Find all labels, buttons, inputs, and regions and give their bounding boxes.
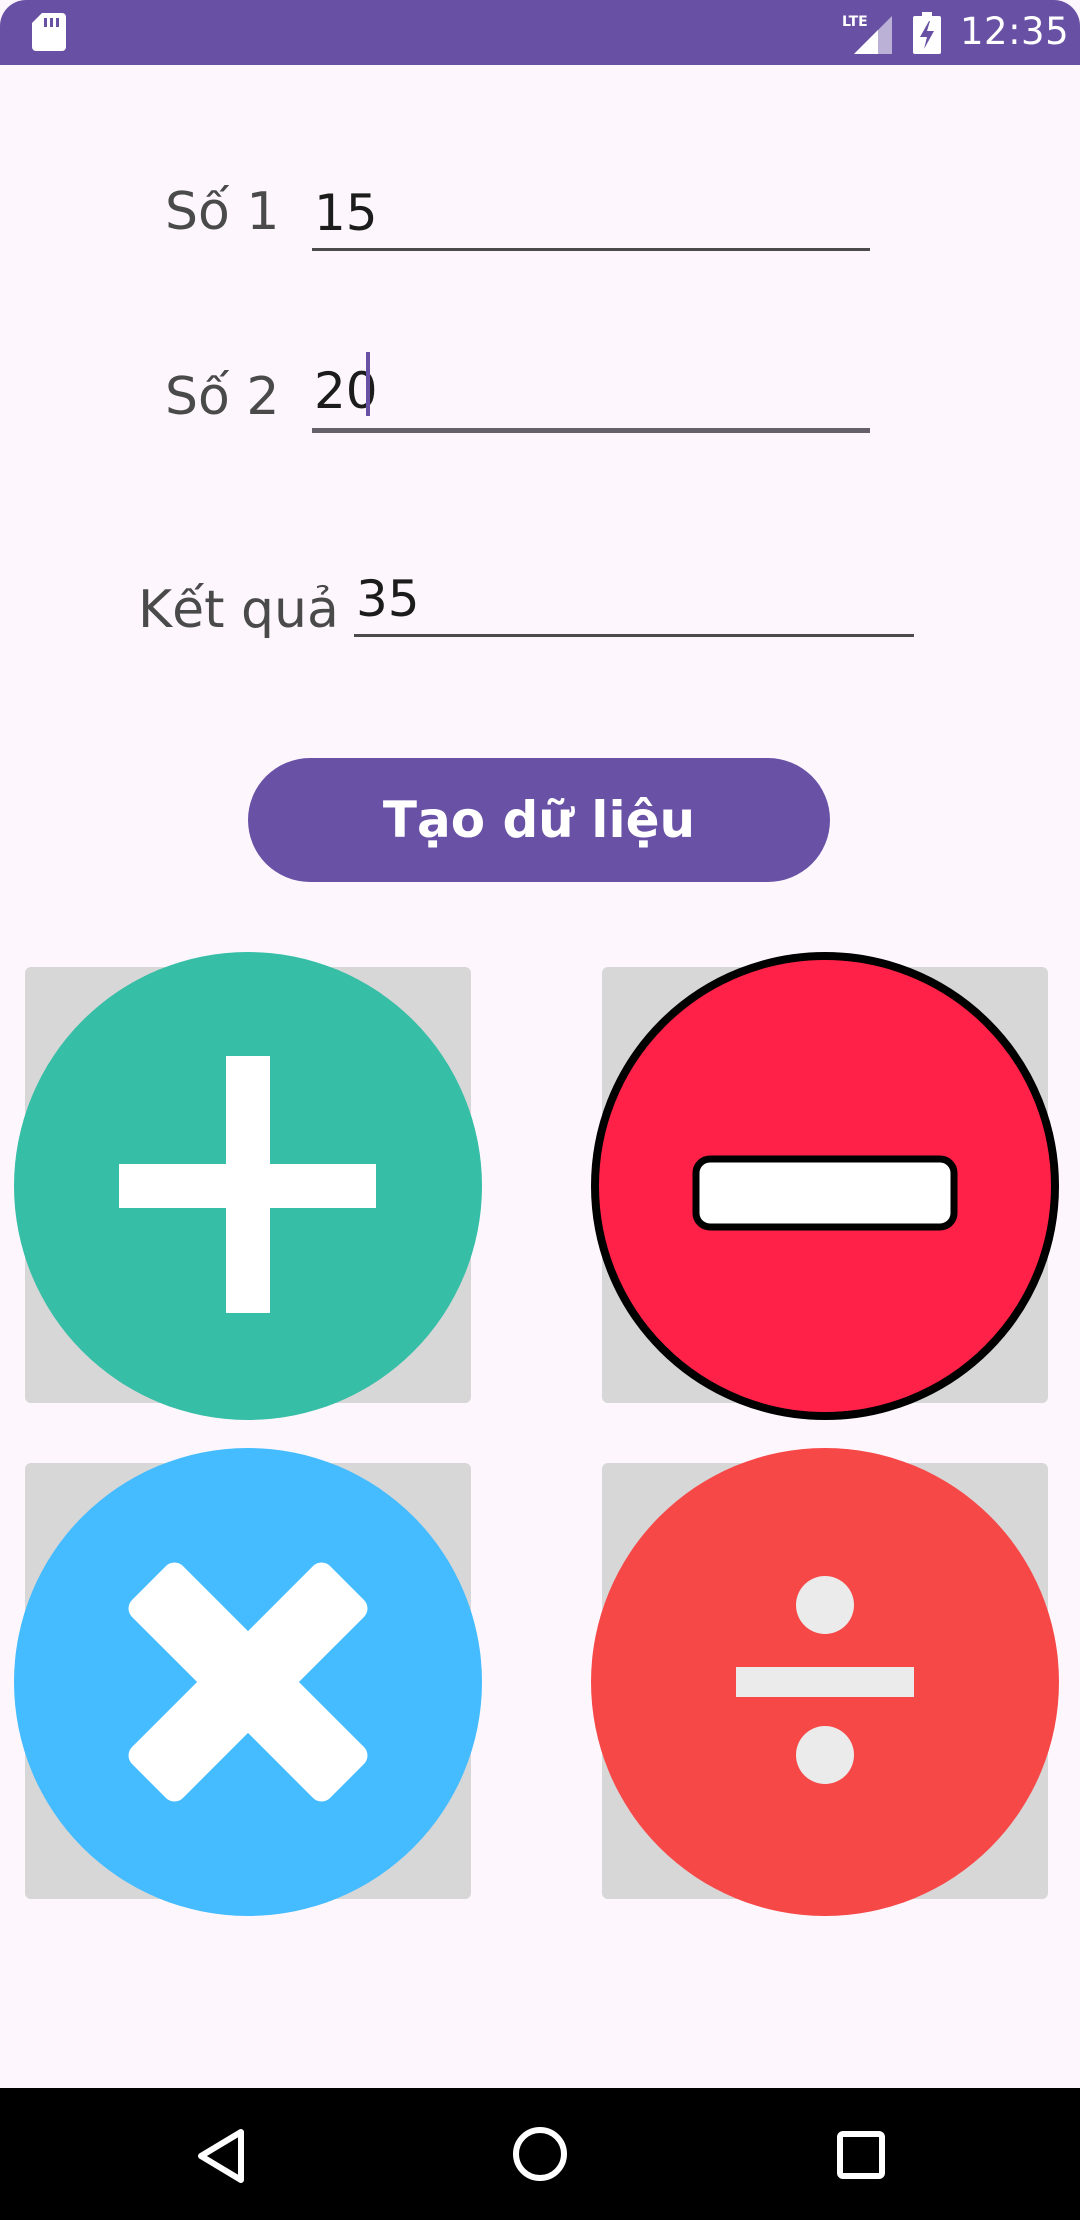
number1-input[interactable]: 15 <box>312 170 870 251</box>
multiply-button[interactable] <box>14 1448 482 1916</box>
network-type-label: LTE <box>842 14 868 30</box>
plus-icon <box>14 952 482 1420</box>
status-bar: LTE 12:35 <box>0 0 1080 65</box>
battery-charging-icon <box>913 12 941 54</box>
add-button[interactable] <box>14 952 482 1420</box>
multiply-icon <box>14 1448 482 1916</box>
back-icon[interactable] <box>196 2128 246 2184</box>
number2-input[interactable]: 20 <box>312 348 870 433</box>
result-label: Kết quả <box>138 580 339 640</box>
number1-value: 15 <box>314 184 378 242</box>
navigation-bar <box>0 2088 1080 2220</box>
number1-label: Số 1 <box>165 182 280 242</box>
recents-icon[interactable] <box>836 2130 886 2180</box>
minus-icon <box>591 952 1059 1420</box>
clock: 12:35 <box>960 10 1070 53</box>
number2-label: Số 2 <box>165 367 280 427</box>
sd-card-icon <box>32 13 66 51</box>
subtract-button[interactable] <box>591 952 1059 1420</box>
divide-button[interactable] <box>591 1448 1059 1916</box>
generate-data-button[interactable]: Tạo dữ liệu <box>248 758 830 882</box>
result-value: 35 <box>356 570 420 628</box>
generate-data-button-label: Tạo dữ liệu <box>382 791 696 849</box>
home-icon[interactable] <box>512 2126 568 2182</box>
result-field[interactable]: 35 <box>354 556 914 637</box>
signal-icon: LTE <box>842 14 892 54</box>
text-cursor <box>366 352 370 416</box>
divide-icon <box>591 1448 1059 1916</box>
